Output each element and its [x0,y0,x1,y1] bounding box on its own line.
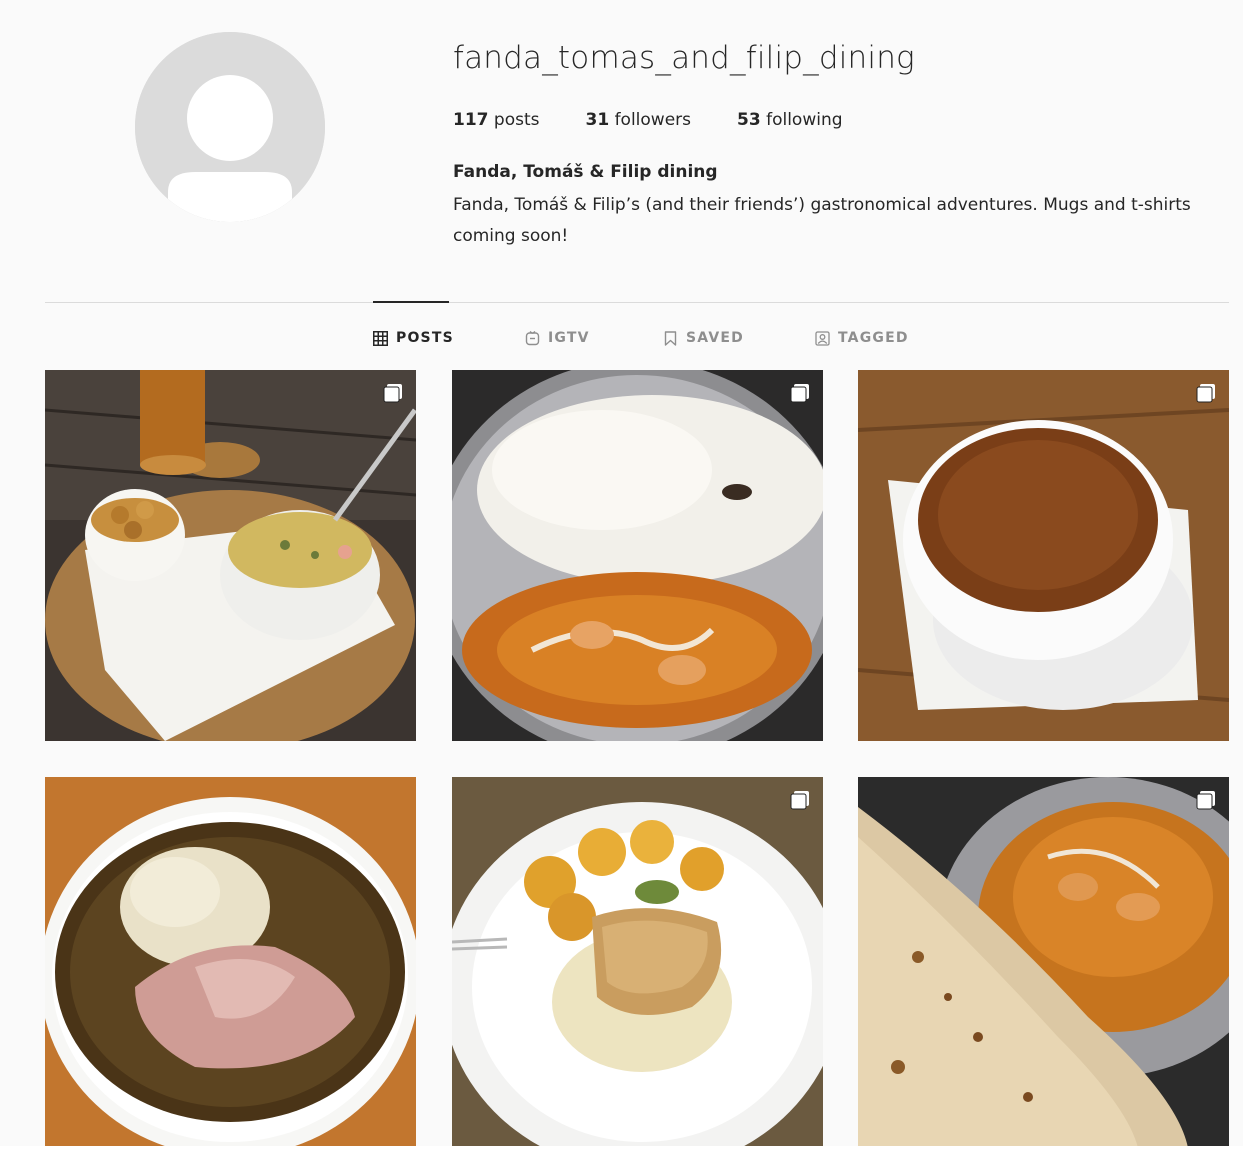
post-tile[interactable] [858,777,1229,1148]
posts-count: 117 posts [453,110,539,130]
post-photo-fish-potatoes [452,777,823,1148]
following-count-label: following [766,110,843,130]
tagged-icon [815,330,830,346]
profile-avatar[interactable] [135,32,325,222]
post-photo-brown-soup [858,370,1229,741]
igtv-icon [525,330,540,345]
post-photo-soup-croutons [45,370,416,741]
tab-posts-label: POSTS [396,330,454,346]
default-avatar-icon [135,32,325,222]
post-tile[interactable] [858,370,1229,741]
post-tile[interactable] [452,370,823,741]
following-link[interactable]: 53 following [737,110,843,130]
profile-stats: 117 posts 31 followers 53 following [453,110,889,130]
post-tile[interactable] [45,370,416,741]
post-tile[interactable] [45,777,416,1148]
carousel-icon [1195,382,1217,404]
tab-saved-label: SAVED [686,330,744,346]
following-count-number: 53 [737,110,761,130]
followers-count-label: followers [614,110,692,130]
tab-tagged[interactable]: TAGGED [815,328,909,348]
followers-link[interactable]: 31 followers [585,110,691,130]
active-tab-indicator [373,301,449,303]
tabs-divider [45,302,1229,303]
tab-tagged-label: TAGGED [838,330,909,346]
followers-count-number: 31 [585,110,610,130]
carousel-icon [382,382,404,404]
grid-icon [373,330,388,346]
profile-bio: Fanda, Tomáš & Filip’s (and their friend… [453,195,1191,246]
profile-page: fanda_tomas_and_filip_dining 117 posts 3… [0,0,1243,1166]
post-photo-pancake-ham [45,777,416,1148]
bookmark-icon [664,330,677,346]
profile-full-name: Fanda, Tomáš & Filip dining [453,162,718,182]
tab-saved[interactable]: SAVED [663,328,744,348]
posts-count-label: posts [493,110,540,130]
post-tile[interactable] [452,777,823,1148]
carousel-icon [1195,789,1217,811]
carousel-icon [789,382,811,404]
tab-posts[interactable]: POSTS [373,328,454,348]
post-photo-naan-curry [858,777,1229,1148]
posts-count-number: 117 [453,110,489,130]
profile-username: fanda_tomas_and_filip_dining [453,40,915,76]
post-photo-rice-curry [452,370,823,741]
tab-igtv[interactable]: IGTV [525,328,590,348]
carousel-icon [789,789,811,811]
tab-igtv-label: IGTV [548,330,590,346]
